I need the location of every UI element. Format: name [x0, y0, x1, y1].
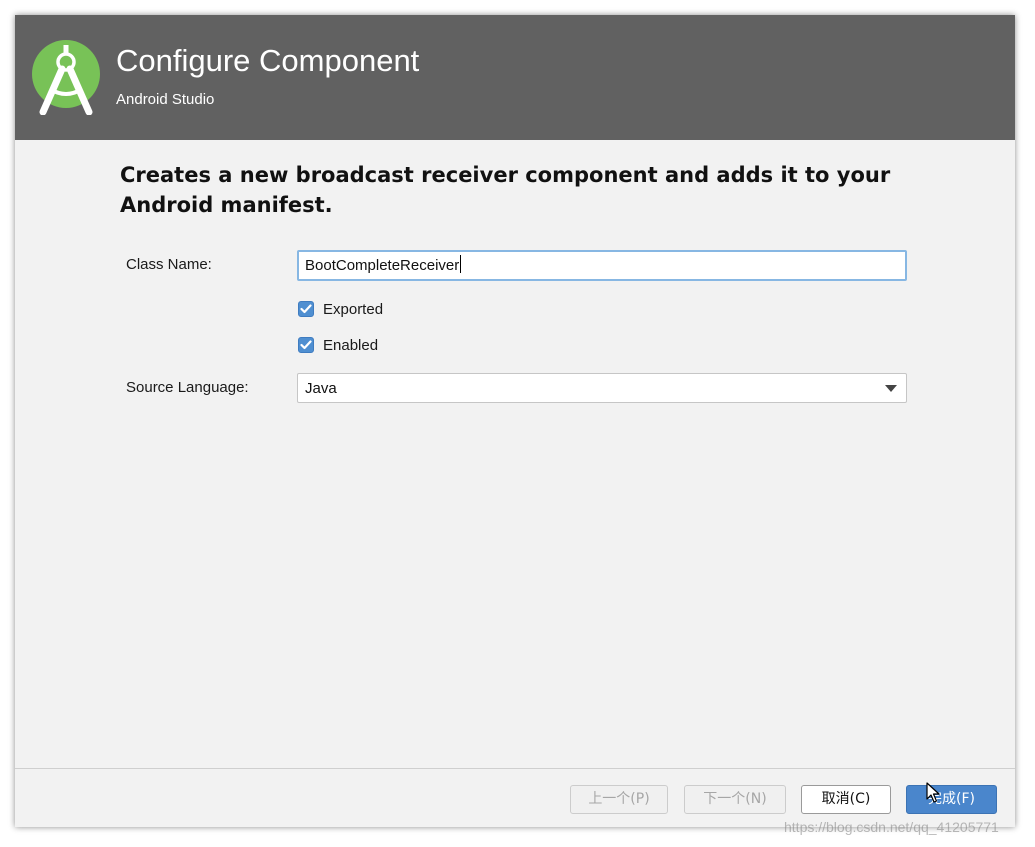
checkmark-icon: [300, 340, 312, 350]
source-language-label: Source Language:: [126, 379, 249, 396]
mouse-cursor-icon: [926, 782, 940, 803]
finish-button[interactable]: 完成(F): [906, 785, 997, 814]
exported-label: Exported: [323, 300, 384, 318]
configure-component-dialog: Configure Component Android Studio Creat…: [15, 15, 1015, 827]
class-name-value: BootCompleteReceiver: [305, 257, 460, 274]
watermark-text: https://blog.csdn.net/qq_41205771: [784, 819, 999, 835]
footer-divider: [15, 768, 1015, 769]
dialog-title: Configure Component: [116, 43, 420, 78]
enabled-checkbox-row[interactable]: Enabled: [298, 336, 378, 354]
android-studio-logo-icon: [32, 40, 100, 115]
next-button[interactable]: 下一个(N): [684, 785, 786, 814]
source-language-value: Java: [305, 380, 337, 397]
source-language-select[interactable]: Java: [297, 373, 907, 403]
enabled-label: Enabled: [323, 336, 379, 354]
dialog-header: Configure Component Android Studio: [15, 15, 1015, 140]
dialog-subtitle: Android Studio: [116, 91, 215, 108]
text-caret: [460, 255, 462, 273]
class-name-input[interactable]: BootCompleteReceiver: [297, 250, 907, 281]
enabled-checkbox[interactable]: [298, 337, 314, 353]
class-name-label: Class Name:: [126, 256, 212, 273]
dropdown-arrow-icon: [885, 385, 897, 392]
component-description: Creates a new broadcast receiver compone…: [120, 163, 891, 217]
checkmark-icon: [300, 304, 312, 314]
exported-checkbox[interactable]: [298, 301, 314, 317]
cancel-button[interactable]: 取消(C): [801, 785, 891, 814]
previous-button[interactable]: 上一个(P): [570, 785, 668, 814]
exported-checkbox-row[interactable]: Exported: [298, 300, 383, 318]
